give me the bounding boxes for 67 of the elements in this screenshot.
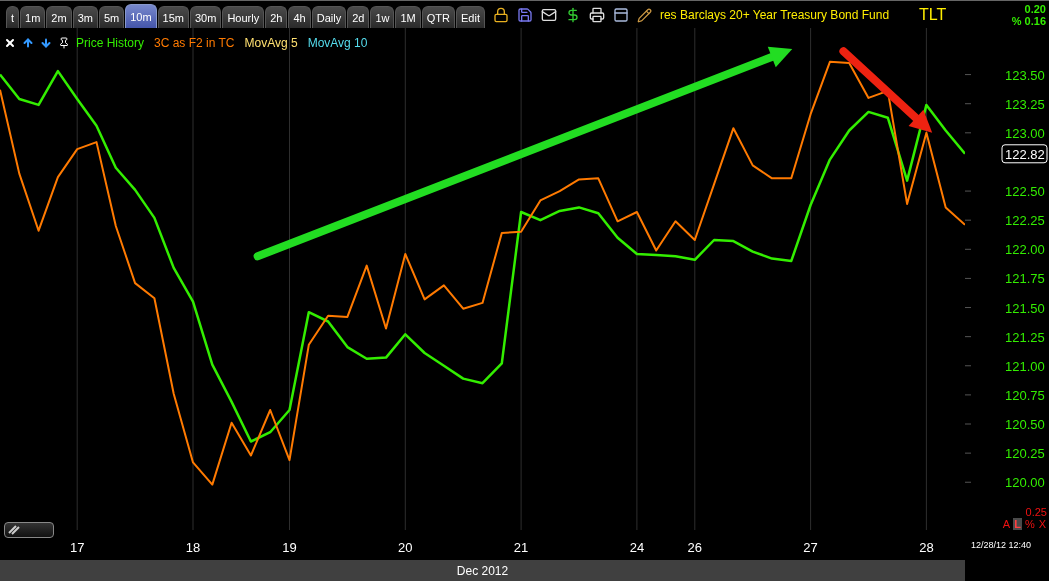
y-axis-label: 120.75: [1005, 387, 1045, 403]
month-label: Dec 2012: [0, 560, 965, 581]
save-icon[interactable]: [516, 7, 533, 23]
grip-icon: [8, 525, 20, 535]
legend-item: MovAvg 5: [244, 36, 298, 50]
timeframe-tab[interactable]: 1m: [20, 6, 46, 28]
x-axis-label: 27: [803, 540, 818, 555]
timestamp: 12/28/12 12:40: [970, 539, 1033, 552]
timeframe-tab[interactable]: 2d: [347, 6, 370, 28]
x-axis-label: 28: [919, 540, 934, 555]
y-axis-label: 123.50: [1005, 67, 1045, 83]
close-icon[interactable]: [4, 37, 16, 49]
legend-item: Price History: [76, 36, 144, 50]
x-axis-label: 17: [69, 540, 85, 555]
timeframe-tab[interactable]: Daily: [311, 6, 347, 28]
arrow-down-icon[interactable]: [40, 37, 52, 49]
x-axis-label: 24: [629, 540, 645, 555]
timeframe-tab[interactable]: 1M: [395, 6, 421, 28]
legend-item: 3C as F2 in TC: [154, 36, 235, 50]
percent-change: % 0.16: [1011, 14, 1046, 27]
lock-icon[interactable]: [492, 7, 509, 23]
x-axis-label: 26: [687, 540, 703, 555]
timeframe-tab[interactable]: 15m: [157, 6, 189, 28]
legend-item: MovAvg 10: [307, 36, 368, 50]
y-axis-label: 123.00: [1005, 125, 1045, 141]
fund-title: res Barclays 20+ Year Treasury Bond Fund: [659, 7, 890, 24]
x-axis-label: 19: [282, 540, 297, 555]
timeframe-tab[interactable]: 2h: [265, 6, 288, 28]
y-axis-label: 122.25: [1005, 213, 1045, 229]
timeframe-tab[interactable]: 4h: [288, 6, 311, 28]
timeframe-tab[interactable]: 30m: [190, 6, 222, 28]
timeframe-tab[interactable]: 2m: [46, 6, 72, 28]
y-axis-label: 121.00: [1005, 358, 1045, 374]
print-icon[interactable]: [588, 7, 605, 23]
y-axis-label: 121.50: [1005, 300, 1045, 316]
y-axis-label: 123.25: [1005, 96, 1045, 112]
y-axis-label: 120.00: [1005, 475, 1045, 491]
x-axis-label: 21: [513, 540, 529, 555]
x-axis-label: 18: [185, 540, 201, 555]
y-axis-label: 121.25: [1005, 329, 1045, 345]
window-icon[interactable]: [612, 7, 629, 23]
timeframe-tab[interactable]: Edit: [456, 6, 485, 28]
y-axis-label: 122.00: [1005, 242, 1045, 258]
mail-icon[interactable]: [540, 7, 557, 23]
timeframe-tab[interactable]: QTR: [421, 6, 455, 28]
y-axis-label: 120.50: [1005, 417, 1045, 432]
timeframe-tab[interactable]: 5m: [98, 6, 125, 28]
timeframe-tab[interactable]: t: [6, 6, 20, 28]
ticker-symbol: TLT: [919, 5, 947, 25]
arrow-up-icon[interactable]: [22, 37, 34, 49]
timeframe-tab[interactable]: 3m: [72, 6, 98, 28]
scale-value: 0.25: [1025, 506, 1047, 518]
pin-icon[interactable]: [58, 37, 70, 49]
scale-toggle[interactable]: A: [1001, 518, 1012, 530]
y-axis-label: 121.75: [1005, 271, 1045, 287]
scale-toggle[interactable]: %: [1023, 518, 1036, 530]
scroll-handle[interactable]: [4, 522, 54, 538]
x-axis-label: 20: [398, 540, 413, 555]
last-price-tag: 122.82: [1001, 144, 1048, 164]
y-axis-label: 120.25: [1005, 446, 1045, 462]
pencil-icon[interactable]: [636, 7, 652, 23]
timeframe-tab[interactable]: 1w: [370, 6, 395, 28]
timeframe-tab[interactable]: Hourly: [222, 6, 265, 28]
timeframe-tab[interactable]: 10m: [125, 4, 157, 28]
y-axis-label: 122.50: [1005, 184, 1045, 200]
scale-toggle[interactable]: X: [1037, 518, 1047, 530]
price-change: 0.20: [1024, 2, 1046, 15]
